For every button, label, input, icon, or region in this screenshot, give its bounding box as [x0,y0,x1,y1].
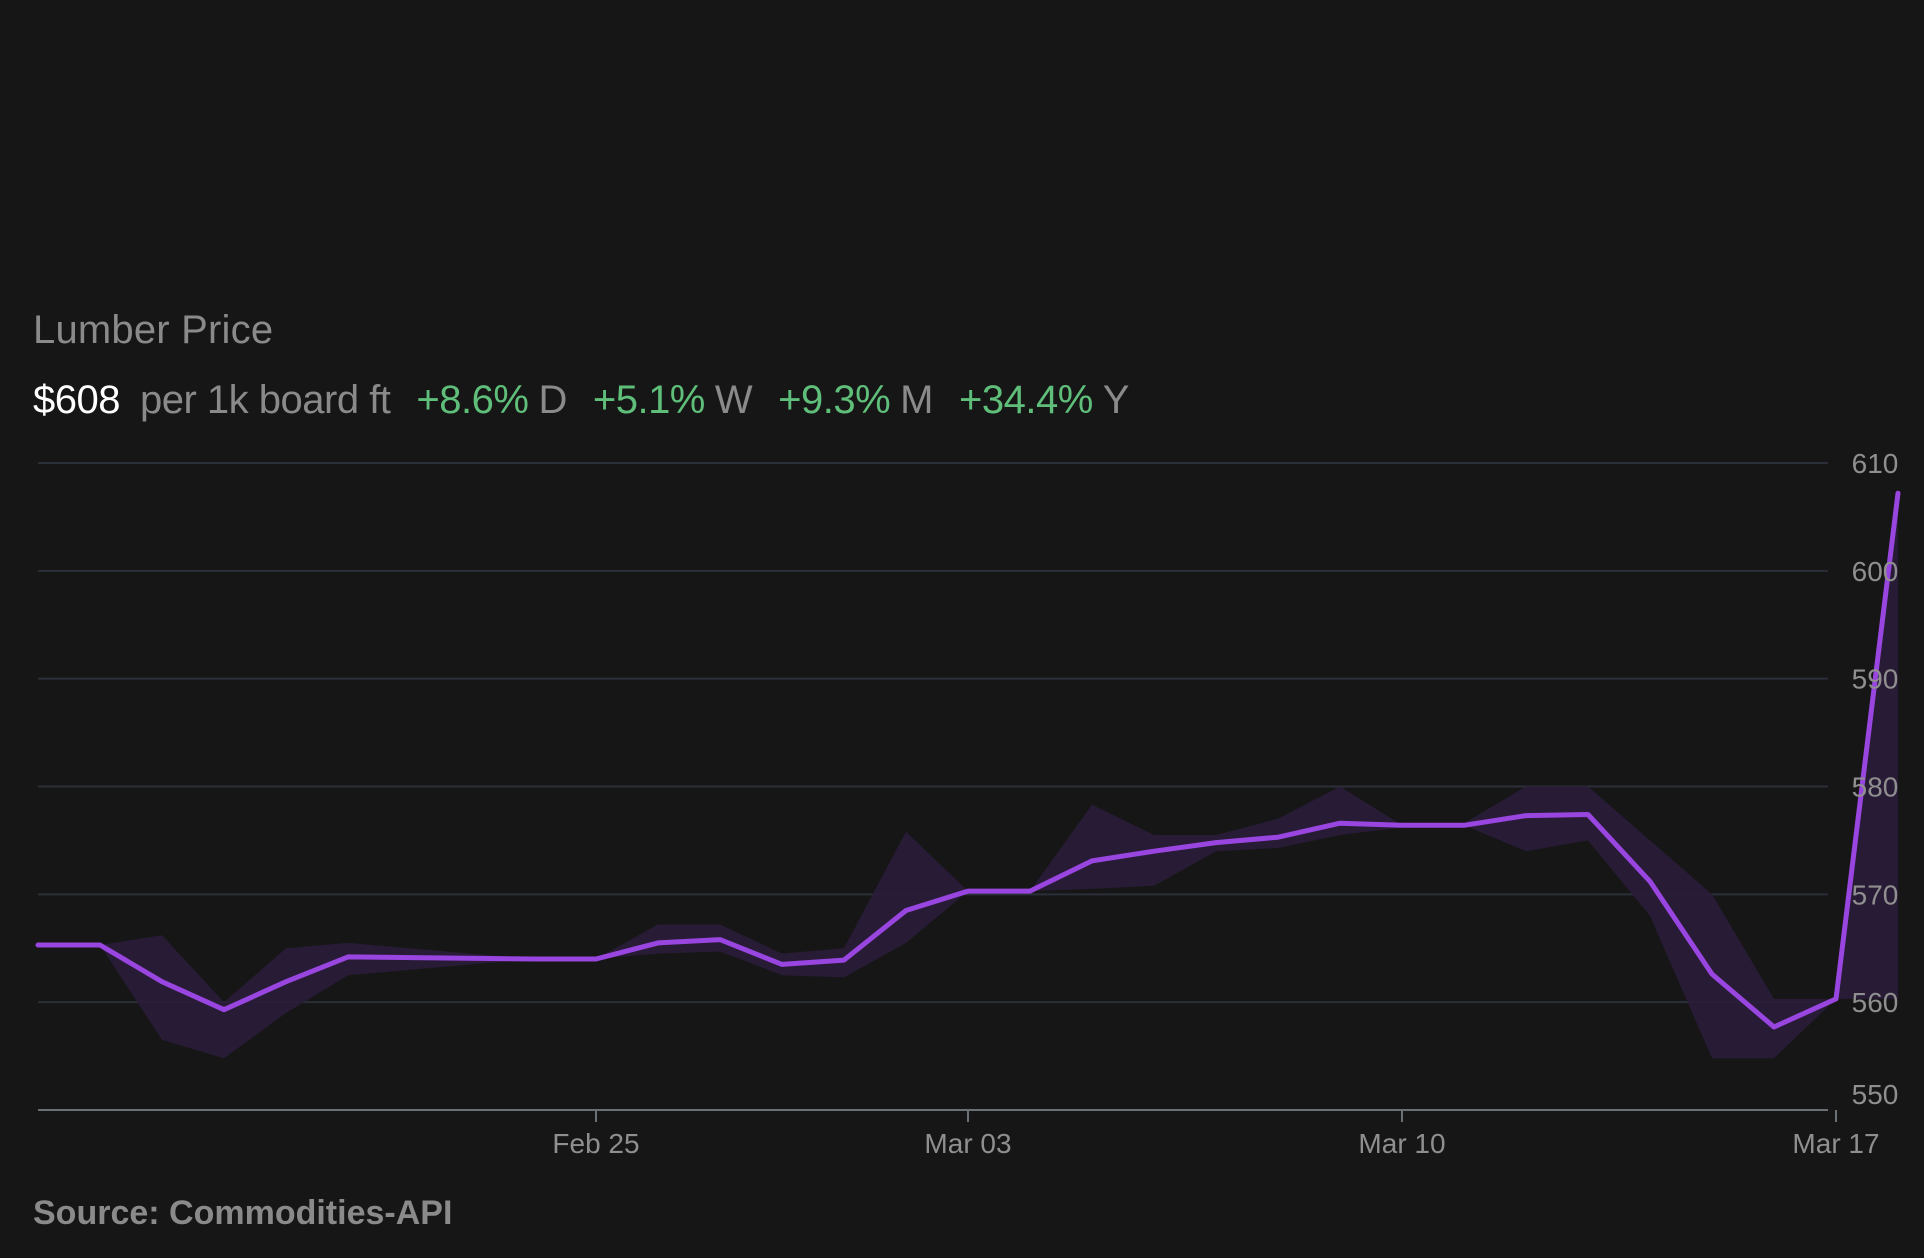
y-tick-label: 590 [1852,664,1899,695]
x-tick-label: Mar 17 [1792,1128,1879,1159]
grid-lines [38,462,1828,1004]
y-tick-label: 560 [1852,987,1899,1018]
range-band-area [38,493,1898,1059]
source-note: Source: Commodities-API [33,1194,453,1232]
x-tick-label: Feb 25 [552,1128,639,1159]
y-tick-label: 580 [1852,772,1899,803]
price-line-chart: 550 560 570 580 590 600 610 Feb 25 Mar 03 Mar 10… [35,448,1901,1159]
x-tick-label: Mar 10 [1358,1128,1445,1159]
y-tick-label: 600 [1852,556,1899,587]
x-axis-ticks: Feb 25 Mar 03 Mar 10 Mar 17 [552,1110,1880,1159]
y-tick-label: 610 [1852,448,1899,479]
y-tick-label: 550 [1852,1079,1899,1110]
y-tick-label: 570 [1852,879,1899,910]
x-tick-label: Mar 03 [924,1128,1011,1159]
range-band [38,493,1898,1059]
